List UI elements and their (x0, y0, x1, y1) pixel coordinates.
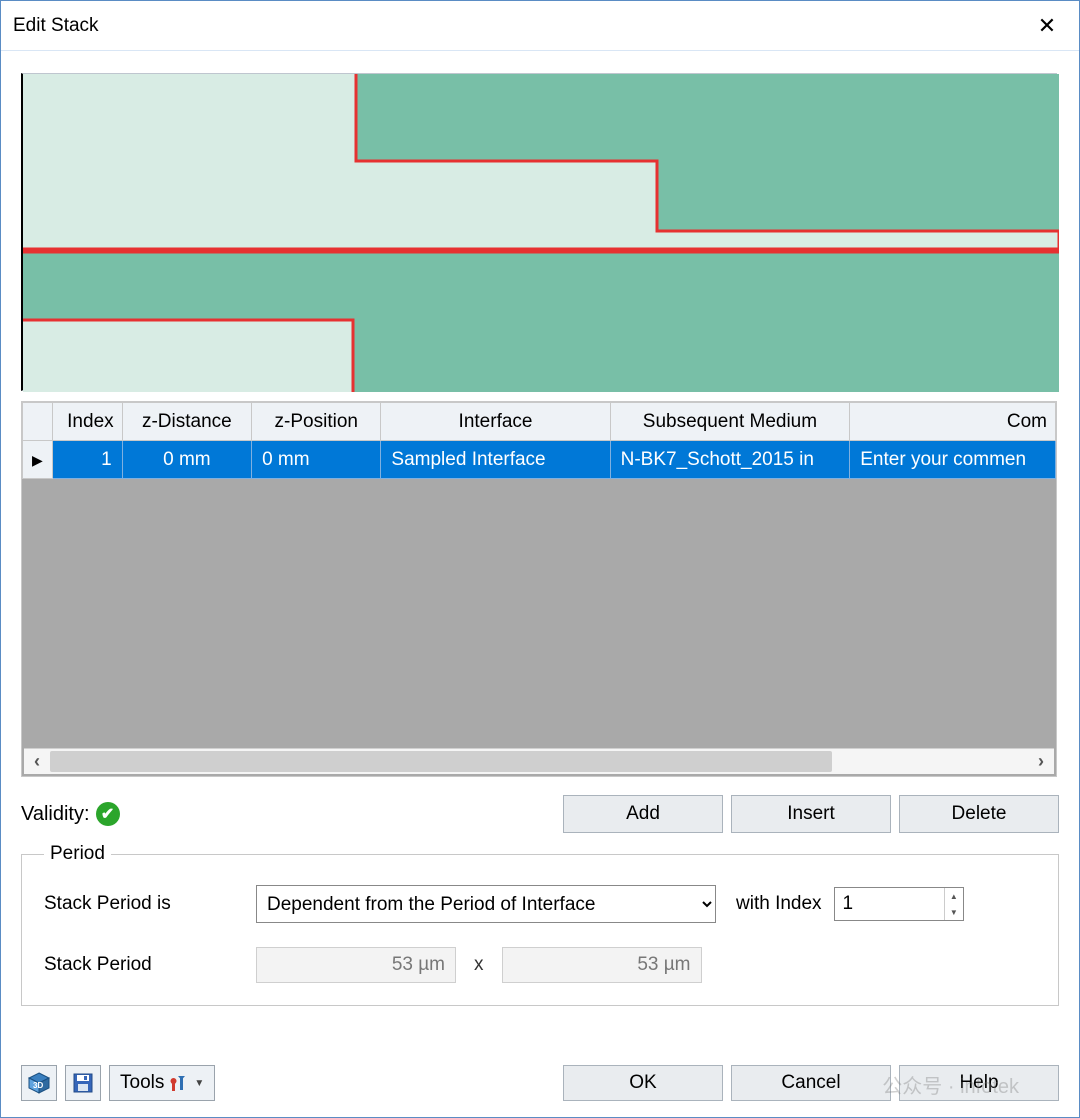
validity-label: Validity: (21, 803, 90, 826)
ok-button[interactable]: OK (563, 1065, 723, 1101)
col-z-position[interactable]: z-Position (252, 403, 381, 441)
scroll-right-icon[interactable]: › (1028, 749, 1054, 774)
stack-preview (21, 73, 1057, 391)
validity-row: Validity: ✔ Add Insert Delete (21, 795, 1059, 833)
cell-z-position[interactable]: 0 mm (252, 441, 381, 479)
insert-button[interactable]: Insert (731, 795, 891, 833)
edit-stack-dialog: Edit Stack ✕ (0, 0, 1080, 1118)
table-row[interactable]: ▶ 1 0 mm 0 mm Sampled Interface N-BK7_Sc… (23, 441, 1056, 479)
view-3d-button[interactable]: 3D (21, 1065, 57, 1101)
with-index-spinner[interactable]: ▲ ▼ (834, 887, 964, 921)
cell-interface[interactable]: Sampled Interface (381, 441, 610, 479)
scroll-left-icon[interactable]: ‹ (24, 749, 50, 774)
col-interface[interactable]: Interface (381, 403, 610, 441)
cancel-button[interactable]: Cancel (731, 1065, 891, 1101)
spinner-up-icon[interactable]: ▲ (945, 888, 963, 904)
tools-menu-button[interactable]: Tools ▼ (109, 1065, 215, 1101)
stack-table-container: Index z-Distance z-Position Interface Su… (21, 401, 1057, 777)
save-button[interactable] (65, 1065, 101, 1101)
stack-period-is-label: Stack Period is (44, 893, 244, 915)
cell-index[interactable]: 1 (52, 441, 122, 479)
window-title: Edit Stack (13, 15, 1027, 37)
with-index-input[interactable] (835, 888, 944, 920)
add-button[interactable]: Add (563, 795, 723, 833)
delete-button[interactable]: Delete (899, 795, 1059, 833)
chevron-down-icon: ▼ (194, 1078, 204, 1089)
row-selector-header (23, 403, 53, 441)
stack-period-y-field: 53 µm (502, 947, 702, 983)
stack-period-x-field: 53 µm (256, 947, 456, 983)
cube-3d-icon: 3D (27, 1071, 51, 1095)
floppy-disk-icon (73, 1073, 93, 1093)
times-label: x (474, 954, 484, 976)
svg-text:3D: 3D (33, 1081, 43, 1090)
with-index-label: with Index (736, 893, 822, 915)
col-z-distance[interactable]: z-Distance (122, 403, 251, 441)
cell-subsequent-medium[interactable]: N-BK7_Schott_2015 in (610, 441, 850, 479)
help-button[interactable]: Help (899, 1065, 1059, 1101)
row-selector-icon[interactable]: ▶ (23, 441, 53, 479)
col-index[interactable]: Index (52, 403, 122, 441)
col-subsequent-medium[interactable]: Subsequent Medium (610, 403, 850, 441)
titlebar: Edit Stack ✕ (1, 1, 1079, 51)
cell-comment[interactable]: Enter your commen (850, 441, 1056, 479)
period-group: Period Stack Period is Dependent from th… (21, 843, 1059, 1006)
tools-icon (170, 1074, 188, 1092)
bottom-toolbar: 3D Tools ▼ OK Cancel Help (21, 1065, 1059, 1101)
stack-period-label: Stack Period (44, 954, 244, 976)
stack-table[interactable]: Index z-Distance z-Position Interface Su… (22, 402, 1056, 479)
cell-z-distance[interactable]: 0 mm (122, 441, 251, 479)
horizontal-scrollbar[interactable]: ‹ › (24, 748, 1054, 774)
period-legend: Period (44, 843, 111, 865)
scroll-thumb[interactable] (50, 751, 832, 772)
stack-period-mode-select[interactable]: Dependent from the Period of Interface (256, 885, 716, 923)
tools-label: Tools (120, 1072, 164, 1094)
col-comment[interactable]: Com (850, 403, 1056, 441)
content-area: Index z-Distance z-Position Interface Su… (1, 51, 1079, 1117)
close-icon[interactable]: ✕ (1027, 6, 1067, 46)
validity-ok-icon: ✔ (96, 802, 120, 826)
scroll-track[interactable] (50, 749, 1028, 774)
spinner-down-icon[interactable]: ▼ (945, 904, 963, 920)
